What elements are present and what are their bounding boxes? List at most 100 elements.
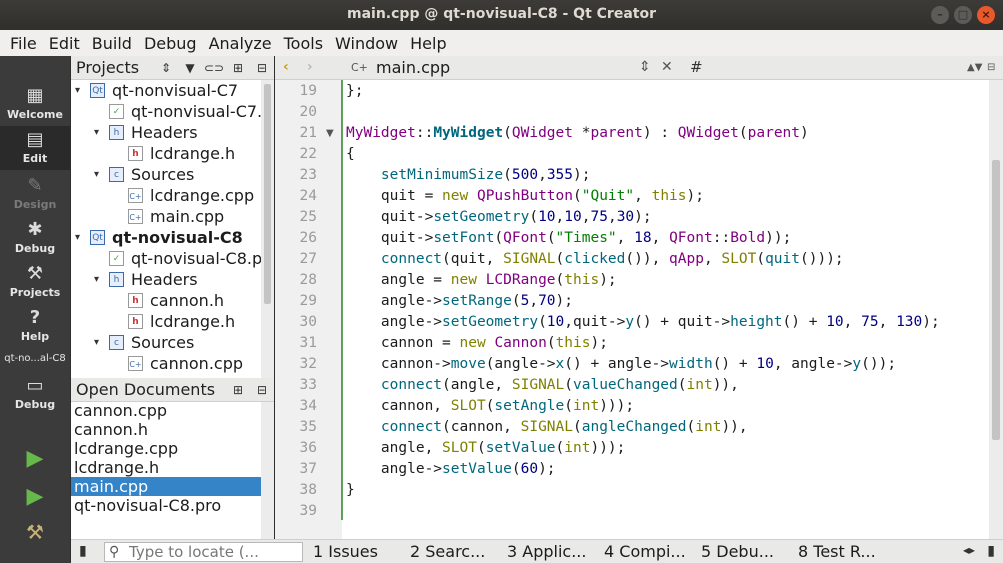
tree-item[interactable]: ▾ h Headers: [71, 122, 261, 143]
tree-item[interactable]: C+ lcdrange.cpp: [71, 185, 261, 206]
tab-compile-output[interactable]: 4 Compi...: [594, 542, 691, 561]
output-arrows-icon[interactable]: ◂▸: [963, 543, 975, 557]
run-icon[interactable]: ▶: [22, 446, 48, 472]
tree-item[interactable]: ✓ qt-novisual-C8.pro: [71, 248, 261, 269]
tree-item[interactable]: ▾ h Headers: [71, 269, 261, 290]
expand-arrow-icon[interactable]: ▾: [75, 227, 80, 248]
symbol-selector[interactable]: #: [690, 58, 703, 76]
toggle-output-icon[interactable]: ▮: [987, 543, 995, 559]
document-selector[interactable]: main.cpp: [376, 58, 450, 77]
code-line[interactable]: connect(cannon, SIGNAL(angleChanged(int)…: [346, 419, 748, 435]
code-line[interactable]: connect(quit, SIGNAL(clicked()), qApp, S…: [346, 251, 844, 267]
tree-item[interactable]: h lcdrange.h: [71, 143, 261, 164]
kit-selector-label[interactable]: qt-no...al-C8: [0, 353, 70, 364]
expand-arrow-icon[interactable]: ▾: [75, 80, 80, 101]
open-documents-title[interactable]: Open Documents: [71, 380, 226, 399]
hammer-icon[interactable]: ⚒: [22, 520, 48, 546]
mode-edit[interactable]: ▤ Edit: [0, 126, 70, 170]
link-icon[interactable]: ⊂⊃: [202, 61, 226, 75]
split-icon[interactable]: ⊞: [226, 61, 250, 75]
tab-application-output[interactable]: 3 Applic...: [497, 542, 594, 561]
code-line[interactable]: quit->setFont(QFont("Times", 18, QFont::…: [346, 230, 791, 246]
mode-welcome[interactable]: ▦ Welcome: [0, 86, 70, 122]
open-document-item[interactable]: cannon.h: [71, 420, 261, 439]
fold-marker-icon[interactable]: ▼: [326, 128, 334, 139]
menu-analyze[interactable]: Analyze: [203, 34, 278, 53]
mode-projects[interactable]: ⚒ Projects: [0, 264, 70, 300]
open-document-item[interactable]: lcdrange.cpp: [71, 439, 261, 458]
code-line[interactable]: setMinimumSize(500,355);: [346, 167, 591, 183]
code-line[interactable]: angle = new LCDRange(this);: [346, 272, 617, 288]
editor-scroll-thumb[interactable]: [992, 160, 1000, 440]
open-document-item[interactable]: main.cpp: [71, 477, 261, 496]
code-area[interactable]: };MyWidget::MyWidget(QWidget *parent) : …: [346, 80, 986, 539]
locator-input[interactable]: ⚲ Type to locate (...: [104, 541, 303, 562]
back-icon[interactable]: ‹: [283, 59, 289, 75]
open-document-item[interactable]: qt-novisual-C8.pro: [71, 496, 261, 515]
code-line[interactable]: cannon = new Cannon(this);: [346, 335, 608, 351]
code-line[interactable]: angle, SLOT(setValue(int)));: [346, 440, 625, 456]
tree-item[interactable]: ▾ Qt qt-novisual-C8: [71, 227, 261, 248]
mode-help[interactable]: ? Help: [0, 308, 70, 344]
tab-test-results[interactable]: 8 Test R...: [788, 542, 885, 561]
tree-item[interactable]: ✓ qt-nonvisual-C7.pro: [71, 101, 261, 122]
code-line[interactable]: quit->setGeometry(10,10,75,30);: [346, 209, 652, 225]
close-icon[interactable]: ×: [977, 6, 995, 24]
code-line[interactable]: angle->setGeometry(10,quit->y() + quit->…: [346, 314, 940, 330]
menu-debug[interactable]: Debug: [138, 34, 203, 53]
close-document-icon[interactable]: ✕: [661, 59, 673, 75]
tree-scrollbar[interactable]: [261, 80, 274, 380]
forward-icon[interactable]: ›: [307, 59, 313, 75]
maximize-icon[interactable]: □: [954, 6, 972, 24]
code-line[interactable]: }: [346, 482, 355, 498]
code-line[interactable]: cannon->move(angle->x() + angle->width()…: [346, 356, 896, 372]
close-panel-icon[interactable]: ⊟: [250, 61, 274, 75]
open-document-item[interactable]: cannon.cpp: [71, 401, 261, 420]
tree-item[interactable]: h lcdrange.h: [71, 311, 261, 332]
tree-item[interactable]: C+ cannon.cpp: [71, 353, 261, 374]
expand-arrow-icon[interactable]: ▾: [94, 164, 99, 185]
chevron-updown-icon[interactable]: ⇕: [154, 61, 178, 75]
close-split-icon[interactable]: ⊟: [987, 62, 995, 73]
code-line[interactable]: connect(angle, SIGNAL(valueChanged(int))…: [346, 377, 739, 393]
tab-issues[interactable]: 1 Issues: [303, 542, 400, 561]
tree-item[interactable]: ▾ c Sources: [71, 164, 261, 185]
code-line[interactable]: angle->setValue(60);: [346, 461, 556, 477]
expand-arrow-icon[interactable]: ▾: [94, 332, 99, 353]
menu-tools[interactable]: Tools: [278, 34, 329, 53]
tree-item[interactable]: h cannon.h: [71, 290, 261, 311]
code-line[interactable]: };: [346, 83, 363, 99]
tree-item[interactable]: C+ main.cpp: [71, 206, 261, 227]
menu-build[interactable]: Build: [86, 34, 138, 53]
expand-arrow-icon[interactable]: ▾: [94, 122, 99, 143]
expand-arrow-icon[interactable]: ▾: [94, 269, 99, 290]
code-line[interactable]: cannon, SLOT(setAngle(int)));: [346, 398, 634, 414]
chevron-updown-icon[interactable]: ⇕: [639, 59, 651, 75]
minimize-icon[interactable]: –: [931, 6, 949, 24]
menu-edit[interactable]: Edit: [43, 34, 86, 53]
mode-design[interactable]: ✎ Design: [0, 176, 70, 212]
filter-icon[interactable]: ▼: [178, 61, 202, 75]
tree-item[interactable]: ▾ Qt qt-nonvisual-C7: [71, 80, 261, 101]
mode-debug[interactable]: ✱ Debug: [0, 220, 70, 256]
open-document-item[interactable]: lcdrange.h: [71, 458, 261, 477]
projects-title[interactable]: Projects: [71, 58, 154, 77]
tab-search[interactable]: 2 Searc...: [400, 542, 497, 561]
menu-window[interactable]: Window: [329, 34, 404, 53]
tree-scroll-thumb[interactable]: [264, 84, 271, 304]
menu-help[interactable]: Help: [404, 34, 452, 53]
code-line[interactable]: {: [346, 146, 355, 162]
split-icon[interactable]: ⊞: [226, 383, 250, 397]
editor-scrollbar[interactable]: [989, 80, 1003, 539]
code-line[interactable]: quit = new QPushButton("Quit", this);: [346, 188, 704, 204]
debug-run-icon[interactable]: ▶: [22, 484, 48, 510]
toggle-sidebar-icon[interactable]: ▮: [79, 543, 87, 559]
close-panel-icon[interactable]: ⊟: [250, 383, 274, 397]
kit-selector[interactable]: ▭ Debug: [0, 376, 70, 412]
menu-file[interactable]: File: [4, 34, 43, 53]
tab-debugger-console[interactable]: 5 Debu...: [691, 542, 788, 561]
split-editor-icon[interactable]: ▲▼: [967, 62, 982, 73]
code-line[interactable]: angle->setRange(5,70);: [346, 293, 573, 309]
code-line[interactable]: MyWidget::MyWidget(QWidget *parent) : QW…: [346, 125, 809, 141]
tree-item[interactable]: ▾ c Sources: [71, 332, 261, 353]
